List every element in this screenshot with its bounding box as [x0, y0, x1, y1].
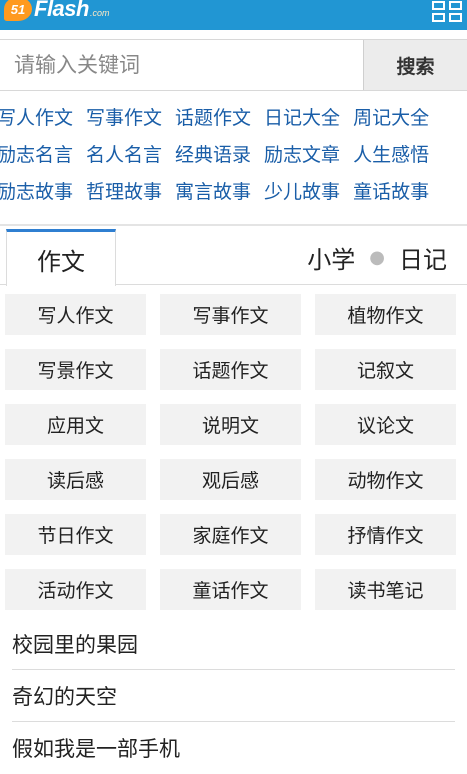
quick-links-row: 励志故事 哲理故事 寓言故事 少儿故事 童话故事	[0, 172, 467, 209]
quick-link[interactable]: 经典语录	[175, 140, 251, 167]
quick-link[interactable]: 寓言故事	[175, 177, 251, 204]
quick-link[interactable]: 写事作文	[86, 103, 162, 130]
category-button[interactable]: 应用文	[5, 404, 146, 445]
category-button[interactable]: 植物作文	[315, 294, 456, 335]
article-link[interactable]: 奇幻的天空	[12, 670, 455, 722]
category-button[interactable]: 观后感	[160, 459, 301, 500]
quick-link[interactable]: 写人作文	[0, 103, 73, 130]
site-logo[interactable]: 51 Flash .com	[4, 0, 109, 22]
quick-link[interactable]: 日记大全	[264, 103, 340, 130]
tab-riji[interactable]: 日记	[399, 240, 447, 275]
category-button[interactable]: 家庭作文	[160, 514, 301, 555]
search-bar: 搜索	[0, 39, 467, 91]
tab-zuowen[interactable]: 作文	[6, 229, 116, 286]
quick-link[interactable]: 励志名言	[0, 140, 73, 167]
section-divider	[0, 224, 467, 226]
category-button[interactable]: 说明文	[160, 404, 301, 445]
grid-menu-icon[interactable]	[431, 0, 463, 22]
quick-link[interactable]: 童话故事	[353, 177, 429, 204]
quick-link[interactable]: 少儿故事	[264, 177, 340, 204]
category-button[interactable]: 记叙文	[315, 349, 456, 390]
quick-link[interactable]: 人生感悟	[353, 140, 429, 167]
article-link[interactable]: 校园里的果园	[12, 618, 455, 670]
tab-xiaoxue[interactable]: 小学	[307, 240, 355, 275]
quick-link[interactable]: 励志故事	[0, 177, 73, 204]
category-button[interactable]: 活动作文	[5, 569, 146, 610]
quick-links: 写人作文 写事作文 话题作文 日记大全 周记大全 励志名言 名人名言 经典语录 …	[0, 98, 467, 209]
quick-links-row: 励志名言 名人名言 经典语录 励志文章 人生感悟	[0, 135, 467, 172]
category-button[interactable]: 议论文	[315, 404, 456, 445]
logo-suffix: .com	[89, 8, 110, 18]
article-list: 校园里的果园 奇幻的天空 假如我是一部手机	[0, 618, 467, 774]
article-link[interactable]: 假如我是一部手机	[12, 722, 455, 774]
quick-link[interactable]: 周记大全	[353, 103, 429, 130]
separator-dot: ●	[369, 246, 385, 268]
category-button[interactable]: 读后感	[5, 459, 146, 500]
logo-text: Flash	[34, 0, 89, 21]
tab-links: 小学 ● 日记	[307, 237, 447, 277]
quick-link[interactable]: 名人名言	[86, 140, 162, 167]
category-button[interactable]: 写事作文	[160, 294, 301, 335]
category-button[interactable]: 节日作文	[5, 514, 146, 555]
category-button[interactable]: 写人作文	[5, 294, 146, 335]
quick-links-row: 写人作文 写事作文 话题作文 日记大全 周记大全	[0, 98, 467, 135]
category-button[interactable]: 动物作文	[315, 459, 456, 500]
quick-link[interactable]: 励志文章	[264, 140, 340, 167]
tab-bar: 作文 小学 ● 日记	[0, 229, 467, 286]
category-button[interactable]: 写景作文	[5, 349, 146, 390]
category-button[interactable]: 童话作文	[160, 569, 301, 610]
category-grid: 写人作文 写事作文 植物作文 写景作文 话题作文 记叙文 应用文 说明文 议论文…	[5, 294, 457, 610]
category-button[interactable]: 读书笔记	[315, 569, 456, 610]
category-button[interactable]: 抒情作文	[315, 514, 456, 555]
logo-badge: 51	[4, 0, 32, 21]
app-header: 51 Flash .com	[0, 0, 467, 30]
search-button[interactable]: 搜索	[363, 40, 467, 90]
search-input[interactable]	[0, 40, 363, 90]
category-button[interactable]: 话题作文	[160, 349, 301, 390]
quick-link[interactable]: 话题作文	[175, 103, 251, 130]
quick-link[interactable]: 哲理故事	[86, 177, 162, 204]
